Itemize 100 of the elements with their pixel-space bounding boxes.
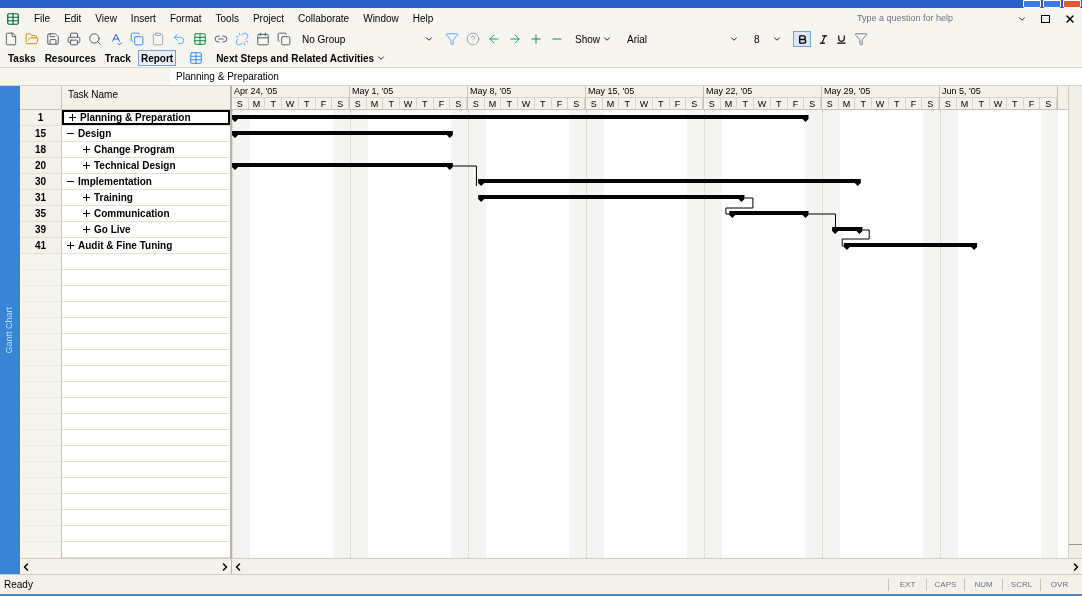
- row-id[interactable]: 41: [20, 238, 62, 253]
- notes-icon[interactable]: [277, 32, 291, 46]
- week-label: May 22, '05: [705, 86, 754, 97]
- task-name: Design: [78, 127, 112, 141]
- gantt-bar[interactable]: [232, 163, 453, 170]
- link-line: [841, 229, 870, 247]
- task-name: Audit & Fine Tuning: [78, 239, 173, 253]
- gantt-bar[interactable]: [729, 211, 809, 218]
- row-id[interactable]: 30: [20, 174, 62, 189]
- app-icon[interactable]: [6, 11, 20, 26]
- day-label: W: [636, 97, 653, 109]
- group-dropdown[interactable]: No Group: [298, 31, 438, 47]
- underline-icon[interactable]: [836, 33, 847, 45]
- row-id[interactable]: 20: [20, 158, 62, 173]
- menu-item[interactable]: Collaborate: [298, 11, 350, 26]
- menu-item[interactable]: View: [95, 11, 117, 26]
- status-indicator: SCRL: [1002, 578, 1040, 591]
- save-icon[interactable]: [46, 32, 60, 46]
- help-field[interactable]: Type a question for help: [853, 11, 1003, 26]
- task-row[interactable]: Design: [62, 126, 230, 141]
- copy-icon[interactable]: [130, 32, 144, 46]
- task-name: Technical Design: [94, 159, 176, 173]
- bold-button[interactable]: [793, 31, 811, 47]
- task-name: Communication: [94, 207, 170, 221]
- task-name: Training: [94, 191, 133, 205]
- maximize-icon[interactable]: [1043, 0, 1061, 8]
- day-label: M: [956, 97, 974, 109]
- gantt-bar[interactable]: [832, 227, 863, 234]
- row-id[interactable]: 1: [20, 110, 62, 125]
- expand-icon[interactable]: [82, 193, 91, 202]
- expand-icon[interactable]: [82, 161, 91, 170]
- next-steps-dropdown[interactable]: Next Steps and Related Activities: [216, 50, 387, 66]
- day-label: F: [669, 97, 687, 109]
- spelling-icon[interactable]: [109, 32, 123, 46]
- menu-item[interactable]: Tools: [215, 11, 239, 26]
- menu-item[interactable]: Insert: [130, 11, 156, 26]
- preview-icon[interactable]: [88, 32, 102, 46]
- row-id[interactable]: 35: [20, 206, 62, 221]
- expand-icon[interactable]: [82, 209, 91, 218]
- minimize-icon[interactable]: [1023, 0, 1041, 8]
- gantt-bar[interactable]: [232, 115, 809, 122]
- status-indicator: OVR: [1040, 578, 1078, 591]
- expand-icon[interactable]: [66, 241, 75, 250]
- caret-icon: [772, 34, 782, 44]
- guide-tab[interactable]: Tasks: [6, 50, 38, 66]
- day-label: T: [737, 97, 755, 109]
- guide-tab[interactable]: Track: [102, 50, 133, 66]
- menu-item[interactable]: Help: [412, 11, 434, 26]
- task-row[interactable]: Change Program: [62, 142, 230, 157]
- menu-item[interactable]: File: [34, 11, 51, 26]
- entry-field[interactable]: Planning & Preparation: [170, 68, 1082, 85]
- link-line: [725, 197, 754, 215]
- day-label: M: [366, 97, 384, 109]
- task-row[interactable]: Training: [62, 190, 230, 205]
- caret-icon: [424, 34, 434, 44]
- menu-item[interactable]: Project: [252, 11, 285, 26]
- menu-item[interactable]: Format: [169, 11, 202, 26]
- font-size-dropdown[interactable]: 8: [750, 31, 786, 47]
- task-info-icon[interactable]: [256, 32, 270, 46]
- expand-icon[interactable]: [68, 113, 77, 122]
- day-label: F: [1023, 97, 1041, 109]
- gantt-bar[interactable]: [478, 179, 861, 186]
- status-text: Ready: [4, 578, 34, 592]
- task-row[interactable]: Technical Design: [62, 158, 230, 173]
- gantt-bar[interactable]: [478, 195, 745, 202]
- gantt-bar[interactable]: [843, 243, 978, 250]
- task-row[interactable]: Audit & Fine Tuning: [62, 238, 230, 253]
- task-row[interactable]: Go Live: [62, 222, 230, 237]
- close-icon[interactable]: [1064, 12, 1076, 25]
- row-id[interactable]: 15: [20, 126, 62, 141]
- print-icon[interactable]: [67, 32, 81, 46]
- show-button[interactable]: Show: [571, 31, 616, 47]
- caret-icon: [376, 53, 387, 63]
- menu-item[interactable]: Window: [363, 11, 399, 26]
- task-row[interactable]: Communication: [62, 206, 230, 221]
- link-line: [452, 165, 477, 187]
- day-label: T: [501, 97, 519, 109]
- row-id[interactable]: 31: [20, 190, 62, 205]
- task-row[interactable]: Implementation: [62, 174, 230, 189]
- row-id[interactable]: 39: [20, 222, 62, 237]
- day-label: W: [400, 97, 417, 109]
- link-icon[interactable]: [214, 32, 228, 46]
- expand-icon[interactable]: [82, 225, 91, 234]
- guide-tab[interactable]: Resources: [42, 50, 98, 66]
- font-dropdown[interactable]: Arial: [623, 31, 743, 47]
- restore-icon[interactable]: [1041, 14, 1050, 23]
- day-label: M: [838, 97, 856, 109]
- menu-item[interactable]: Edit: [64, 11, 82, 26]
- arrow-right-icon[interactable]: [508, 32, 522, 46]
- side-pane-icon[interactable]: [189, 51, 204, 65]
- vertical-scrollbar[interactable]: [1068, 86, 1082, 558]
- filter-icon[interactable]: [854, 32, 868, 46]
- gantt-bar[interactable]: [232, 131, 453, 138]
- italic-icon[interactable]: [818, 33, 829, 45]
- new-file-icon[interactable]: [4, 32, 18, 46]
- guide-tab[interactable]: Report: [137, 50, 177, 66]
- row-id[interactable]: 18: [20, 142, 62, 157]
- day-label: T: [298, 97, 316, 109]
- expand-icon[interactable]: [82, 145, 91, 154]
- task-row[interactable]: Planning & Preparation: [62, 110, 230, 125]
